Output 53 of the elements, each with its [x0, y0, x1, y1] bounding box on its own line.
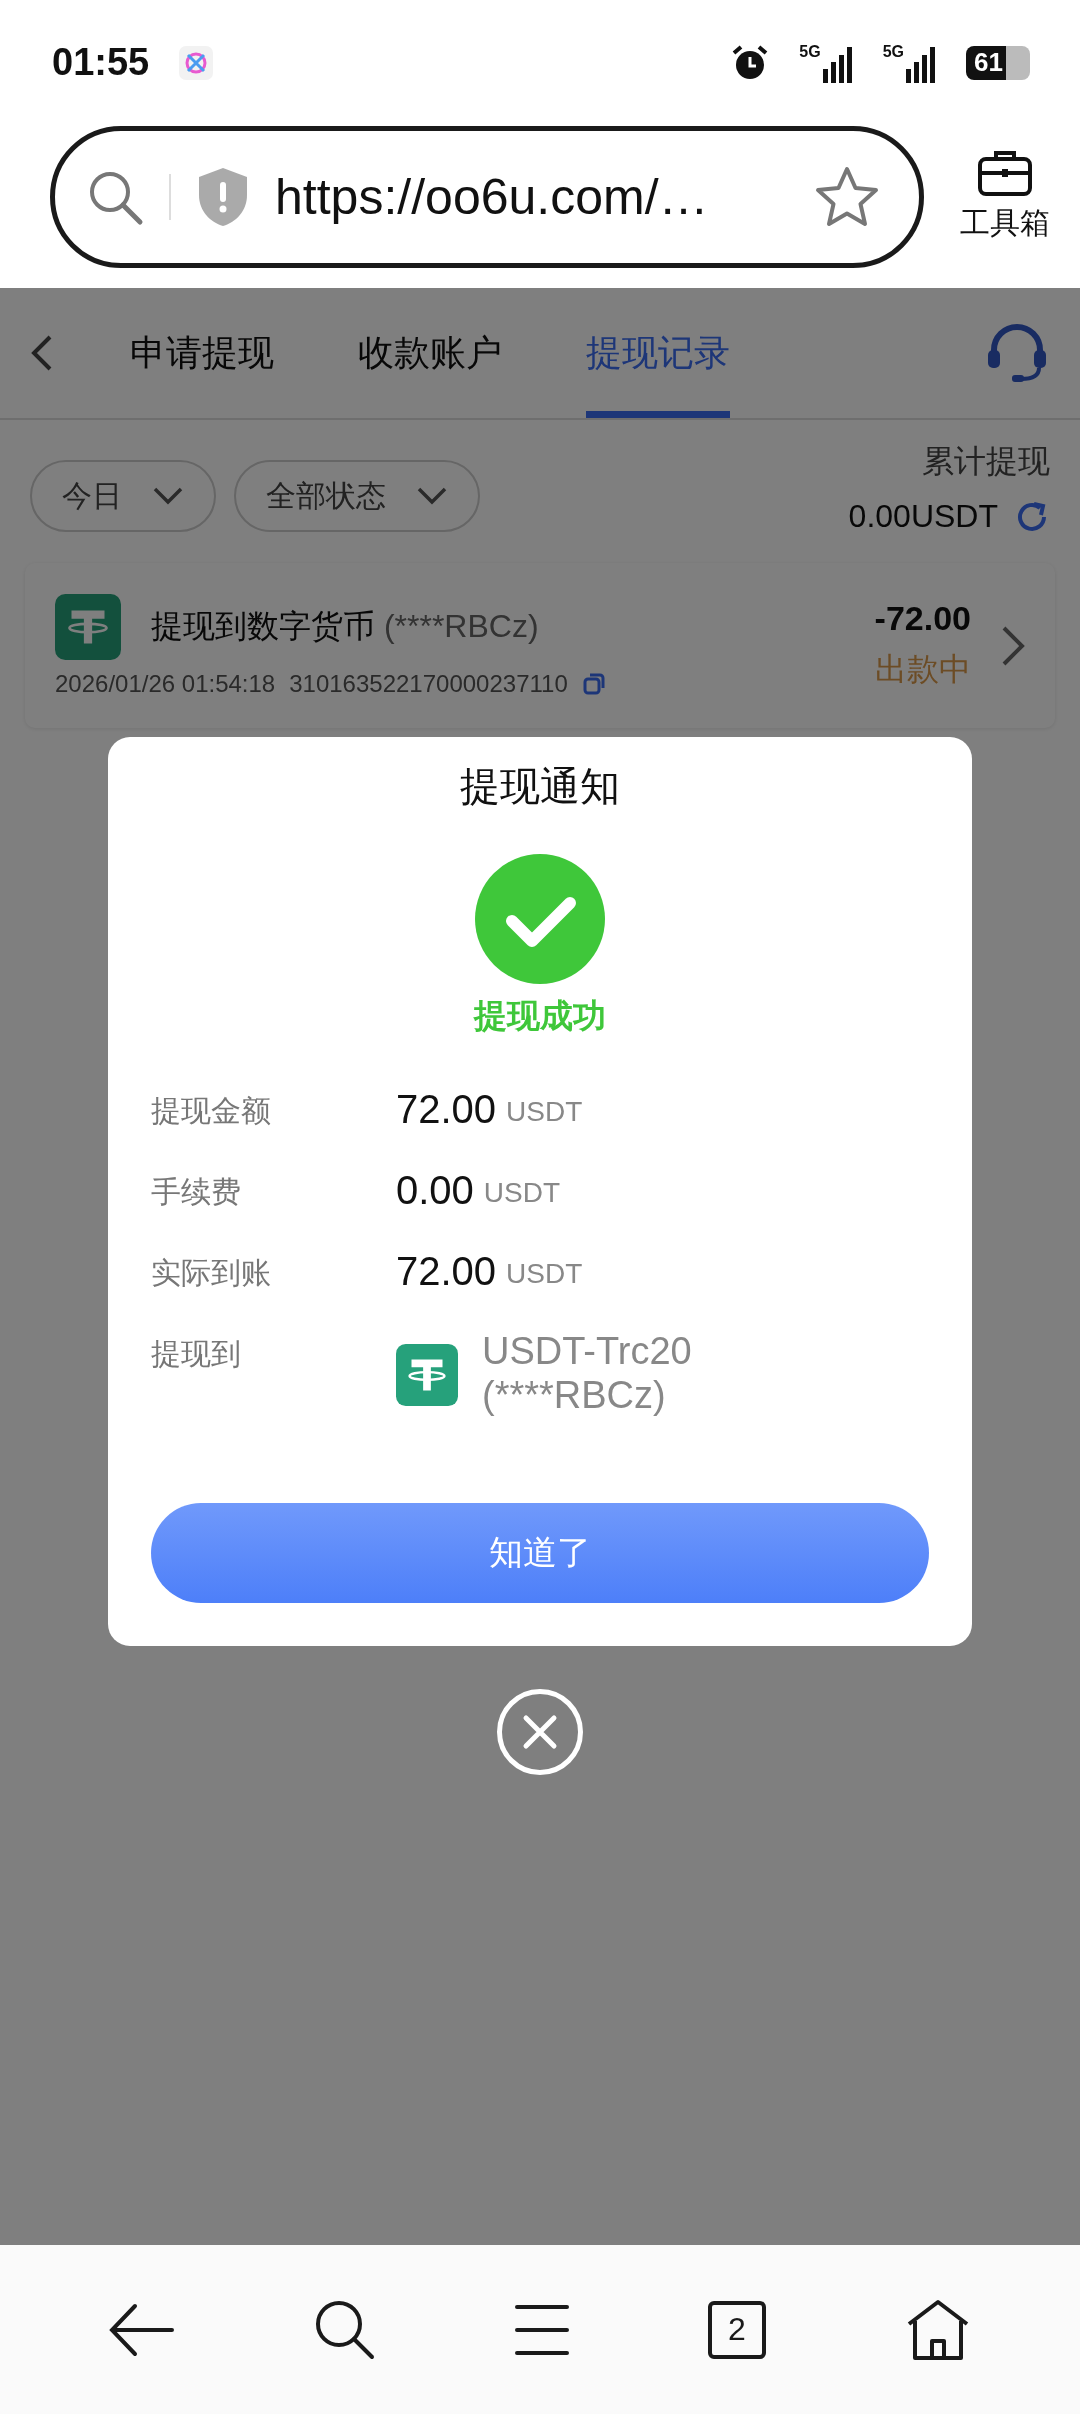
unit-label: USDT [506, 1258, 583, 1291]
back-arrow-icon[interactable] [109, 2302, 176, 2357]
network-label: 5G [882, 42, 904, 61]
info-label: 提现到 [151, 1336, 242, 1372]
filter-dropdown[interactable]: 今日 [30, 460, 216, 532]
tab[interactable]: 申请提现 [130, 288, 274, 418]
info-label: 实际到账 [151, 1255, 272, 1291]
battery-icon: 61 [966, 45, 1030, 80]
info-value: 72.00 [396, 1087, 497, 1132]
success-check-icon [475, 854, 605, 984]
record-amount: -72.00 [874, 599, 971, 638]
result-text: 提现成功 [474, 996, 606, 1036]
total-label: 累计提现 [922, 442, 1050, 481]
confirm-button[interactable]: 知道了 [151, 1503, 929, 1604]
filter-dropdown[interactable]: 全部状态 [234, 460, 480, 532]
info-label: 提现金额 [151, 1093, 272, 1129]
dialog-title: 提现通知 [460, 763, 620, 810]
alarm-icon [731, 43, 770, 82]
network-label: 5G [799, 42, 821, 61]
chevron-down-icon [152, 486, 184, 506]
info-value: 72.00 [396, 1249, 497, 1294]
info-label: 手续费 [151, 1174, 242, 1210]
destination-text: USDT-Trc20 (****RBCz) [482, 1330, 692, 1418]
chevron-left-icon [30, 333, 54, 373]
menu-icon[interactable] [515, 2302, 569, 2357]
info-value: 0.00 [396, 1168, 474, 1213]
record-title: 提现到数字货币 (****RBCz) [151, 606, 539, 646]
order-number: 310163522170000237110 [289, 669, 568, 698]
address-bar[interactable]: https://oo6u.com/… [50, 125, 924, 268]
signal-icon [822, 46, 853, 83]
chevron-right-icon [1001, 624, 1025, 667]
copy-icon[interactable] [581, 671, 606, 696]
close-button[interactable] [497, 1689, 583, 1776]
search-icon[interactable] [314, 2298, 377, 2361]
status-time: 01:55 [52, 41, 150, 84]
tether-icon [396, 1344, 458, 1406]
unit-label: USDT [483, 1177, 561, 1210]
tabs-count-button[interactable]: 2 [707, 2300, 766, 2359]
tether-icon [55, 593, 121, 660]
total-value: 0.00USDT [848, 498, 998, 535]
unit-label: USDT [506, 1096, 583, 1129]
app-icon [179, 45, 214, 80]
chevron-down-icon [416, 486, 448, 506]
toolbox-icon [977, 149, 1033, 197]
signal-icon [906, 46, 936, 83]
record-status: 出款中 [875, 650, 971, 689]
toolbox-button[interactable]: 工具箱 [960, 149, 1050, 244]
star-icon[interactable] [815, 165, 879, 228]
tab[interactable]: 收款账户 [358, 288, 502, 418]
record-time: 2026/01/26 01:54:18 [55, 669, 276, 698]
record-card[interactable]: 提现到数字货币 (****RBCz) 2026/01/26 01:54:18 310163522170000237110 -72.00 出款中 [25, 563, 1055, 728]
tab[interactable]: 提现记录 [586, 288, 730, 418]
url-text: https://oo6u.com/… [275, 167, 710, 226]
